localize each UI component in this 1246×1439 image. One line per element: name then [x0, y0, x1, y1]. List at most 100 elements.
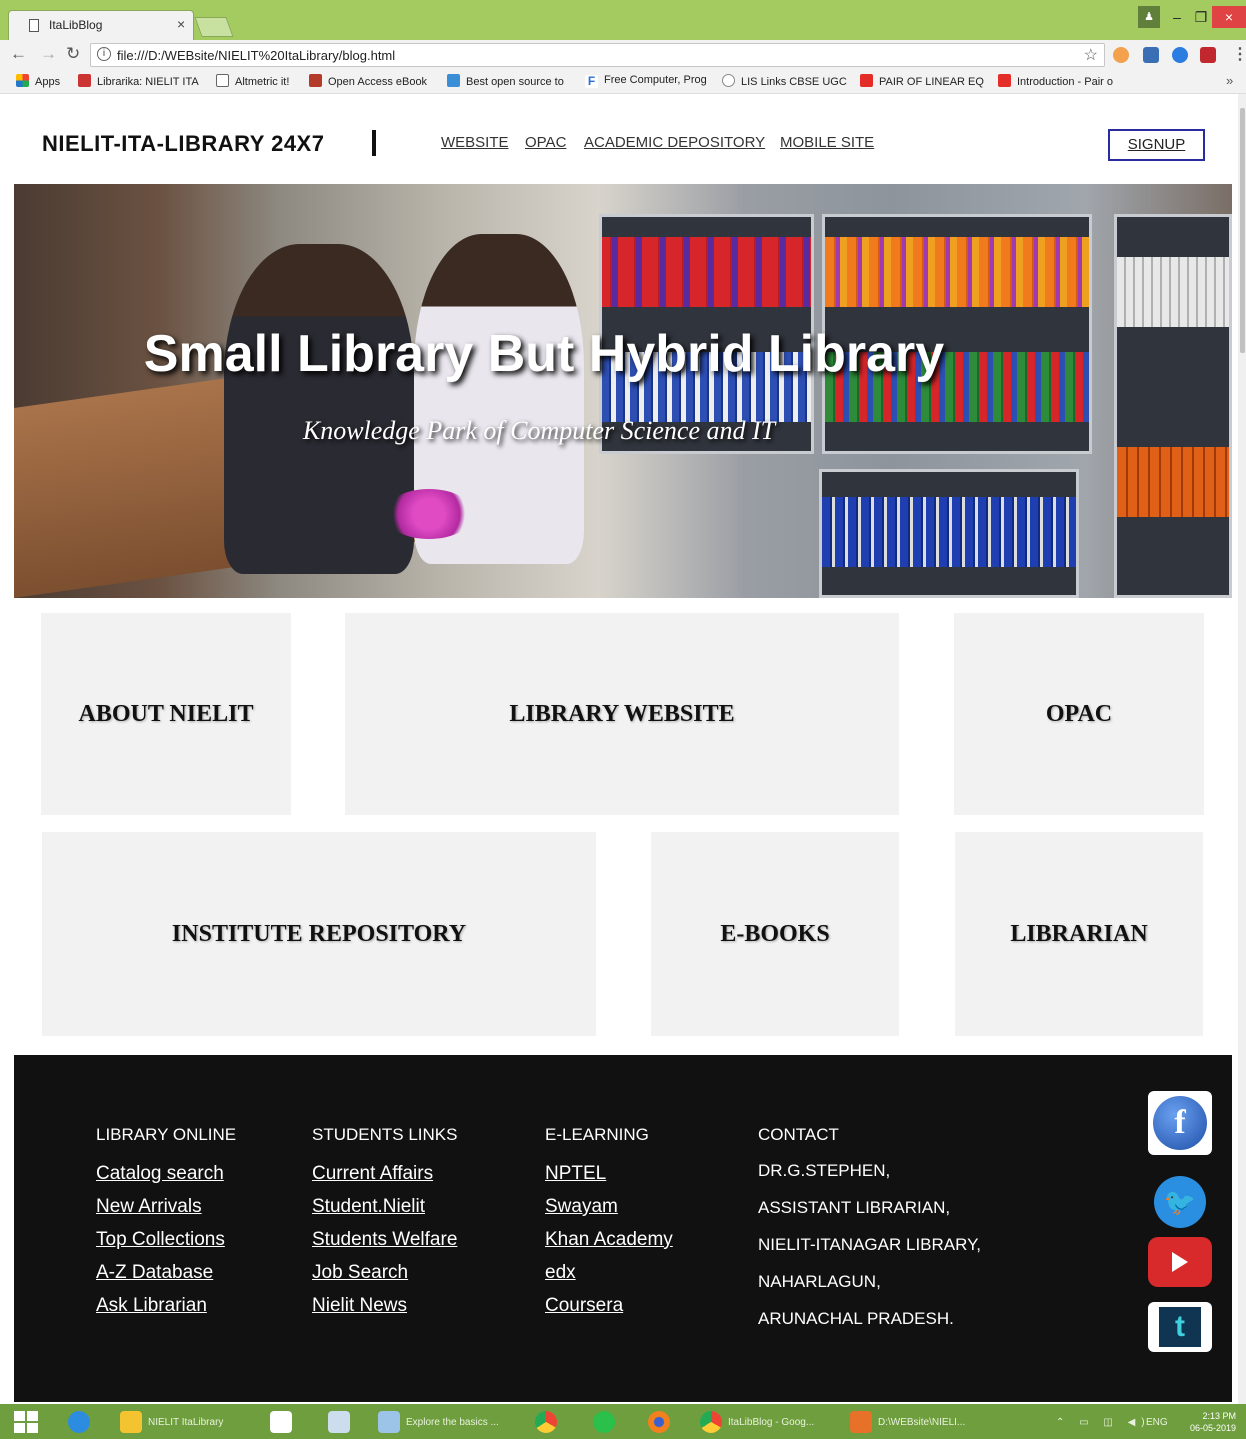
footer-column-e-learning: E-LEARNING NPTEL Swayam Khan Academy edx… [545, 1125, 673, 1328]
clock-time: 2:13 PM [1202, 1411, 1237, 1421]
profile-icon[interactable]: ♟ [1138, 6, 1160, 28]
taskbar-item-document[interactable]: Explore the basics ... [378, 1408, 499, 1436]
forward-icon[interactable]: → [40, 44, 57, 64]
taskbar-item-file-explorer[interactable]: NIELIT ItaLibrary [120, 1408, 223, 1436]
facebook-icon[interactable]: f [1148, 1091, 1212, 1155]
hero-bookshelf [819, 469, 1079, 598]
site-icon [447, 74, 460, 87]
footer-link-swayam[interactable]: Swayam [545, 1196, 673, 1218]
language-indicator[interactable]: ENG [1146, 1408, 1168, 1436]
scrollbar-thumb[interactable] [1240, 108, 1245, 353]
bookmark-item[interactable]: Introduction - Pair o [998, 74, 1113, 88]
chrome-icon[interactable] [535, 1408, 563, 1436]
footer-link-new-arrivals[interactable]: New Arrivals [96, 1196, 236, 1218]
site-icon [78, 74, 91, 87]
footer-heading: STUDENTS LINKS [312, 1125, 458, 1144]
footer-link-ask-librarian[interactable]: Ask Librarian [96, 1295, 236, 1317]
bookmark-item[interactable]: Best open source to [447, 74, 564, 88]
nav-link-mobile-site[interactable]: MOBILE SITE [780, 134, 874, 151]
tile-about-nielit[interactable]: ABOUT NIELIT [41, 613, 291, 815]
store-icon[interactable] [270, 1408, 298, 1436]
footer-link-a-z-database[interactable]: A-Z Database [96, 1262, 236, 1284]
hero-title: Small Library But Hybrid Library [143, 325, 945, 383]
new-tab-button[interactable] [194, 17, 234, 37]
nav-link-website[interactable]: WEBSITE [441, 134, 509, 151]
close-tab-icon[interactable]: × [177, 16, 185, 32]
page-icon [29, 19, 39, 32]
footer-link-khan-academy[interactable]: Khan Academy [545, 1229, 673, 1251]
contact-line: NAHARLAGUN, [758, 1272, 881, 1291]
footer-link-nptel[interactable]: NPTEL [545, 1163, 673, 1185]
footer-link-students-welfare[interactable]: Students Welfare [312, 1229, 457, 1251]
f-icon: F [585, 75, 598, 88]
clock-date: 06-05-2019 [1190, 1423, 1237, 1433]
whatsapp-icon[interactable] [593, 1408, 621, 1436]
brand-divider [372, 130, 376, 156]
youtube-icon [860, 74, 873, 87]
twitter-icon[interactable]: 🐦 [1148, 1170, 1212, 1234]
extension-icon[interactable] [1143, 47, 1159, 63]
site-icon [722, 74, 735, 87]
address-bar[interactable]: i file:///D:/WEBsite/NIELIT%20ItaLibrary… [90, 43, 1105, 67]
tab-title: ItaLibBlog [49, 18, 103, 32]
editor-icon [850, 1411, 872, 1433]
web-page: NIELIT-ITA-LIBRARY 24X7 WEBSITE OPAC ACA… [0, 94, 1238, 1404]
bookmark-item[interactable]: Librarika: NIELIT ITA [78, 74, 199, 88]
toolbar: ← → ↻ i file:///D:/WEBsite/NIELIT%20ItaL… [0, 40, 1246, 70]
tumblr-icon[interactable]: t [1148, 1302, 1212, 1352]
footer-link-job-search[interactable]: Job Search [312, 1262, 457, 1284]
browser-menu-icon[interactable]: ⋮ [1232, 44, 1246, 64]
footer-link-student-nielit[interactable]: Student.Nielit [312, 1196, 457, 1218]
nav-link-opac[interactable]: OPAC [525, 134, 566, 151]
footer-link-nielit-news[interactable]: Nielit News [312, 1295, 457, 1317]
footer-heading: LIBRARY ONLINE [96, 1125, 237, 1144]
close-window-button[interactable]: × [1212, 6, 1246, 28]
contact-line: DR.G.STEPHEN, [758, 1161, 891, 1180]
bookmark-star-icon[interactable]: ☆ [1084, 45, 1098, 65]
back-icon[interactable]: ← [10, 44, 27, 64]
hero-flower-vase [384, 489, 474, 539]
chrome-icon [700, 1411, 722, 1433]
footer-link-current-affairs[interactable]: Current Affairs [312, 1163, 457, 1185]
system-tray[interactable]: ⌃ ▭ ◫ ◀) [1056, 1408, 1151, 1436]
paint-icon[interactable] [328, 1408, 356, 1436]
minimize-button[interactable]: – [1166, 6, 1188, 28]
signup-button[interactable]: SIGNUP [1108, 129, 1205, 161]
bookmark-apps[interactable]: Apps [16, 74, 60, 88]
info-icon[interactable]: i [97, 47, 111, 61]
firefox-icon[interactable] [648, 1408, 676, 1436]
tile-e-books[interactable]: E-BOOKS [651, 832, 899, 1036]
document-icon [378, 1411, 400, 1433]
footer-link-top-collections[interactable]: Top Collections [96, 1229, 236, 1251]
more-bookmarks-icon[interactable]: » [1226, 73, 1233, 88]
reload-icon[interactable]: ↻ [66, 44, 80, 64]
browser-tab[interactable]: ItaLibBlog × [8, 10, 194, 40]
internet-explorer-icon[interactable] [68, 1408, 96, 1436]
bookmark-item[interactable]: Open Access eBook [309, 74, 427, 88]
extension-icon[interactable] [1113, 47, 1129, 63]
tile-institute-repository[interactable]: INSTITUTE REPOSITORY [42, 832, 596, 1036]
bookmark-item[interactable]: Altmetric it! [216, 74, 289, 88]
extension-icon[interactable] [1200, 47, 1216, 63]
bookmark-item[interactable]: F Free Computer, Prog [585, 74, 707, 88]
contact-line: ASSISTANT LIBRARIAN, [758, 1198, 951, 1217]
youtube-icon[interactable] [1148, 1237, 1212, 1287]
extension-icon[interactable] [1172, 47, 1188, 63]
site-brand[interactable]: NIELIT-ITA-LIBRARY 24X7 [42, 131, 324, 157]
footer-link-edx[interactable]: edx [545, 1262, 673, 1284]
start-icon[interactable] [14, 1408, 38, 1436]
tile-library-website[interactable]: LIBRARY WEBSITE [345, 613, 899, 815]
tile-librarian[interactable]: LIBRARIAN [955, 832, 1203, 1036]
taskbar-item-editor[interactable]: D:\WEBsite\NIELI... [850, 1408, 965, 1436]
clock[interactable]: 2:13 PM 06-05-2019 [1190, 1410, 1236, 1434]
site-footer: LIBRARY ONLINE Catalog search New Arriva… [14, 1055, 1232, 1402]
tile-opac[interactable]: OPAC [954, 613, 1204, 815]
maximize-button[interactable]: ❐ [1190, 6, 1212, 28]
footer-link-coursera[interactable]: Coursera [545, 1295, 673, 1317]
taskbar-item-chrome-window[interactable]: ItaLibBlog - Goog... [700, 1408, 814, 1436]
windows-taskbar: NIELIT ItaLibrary Explore the basics ...… [0, 1404, 1246, 1439]
footer-link-catalog-search[interactable]: Catalog search [96, 1163, 236, 1185]
bookmark-item[interactable]: LIS Links CBSE UGC [722, 74, 847, 88]
bookmark-item[interactable]: PAIR OF LINEAR EQ [860, 74, 984, 88]
nav-link-academic-depository[interactable]: ACADEMIC DEPOSITORY [584, 134, 765, 151]
